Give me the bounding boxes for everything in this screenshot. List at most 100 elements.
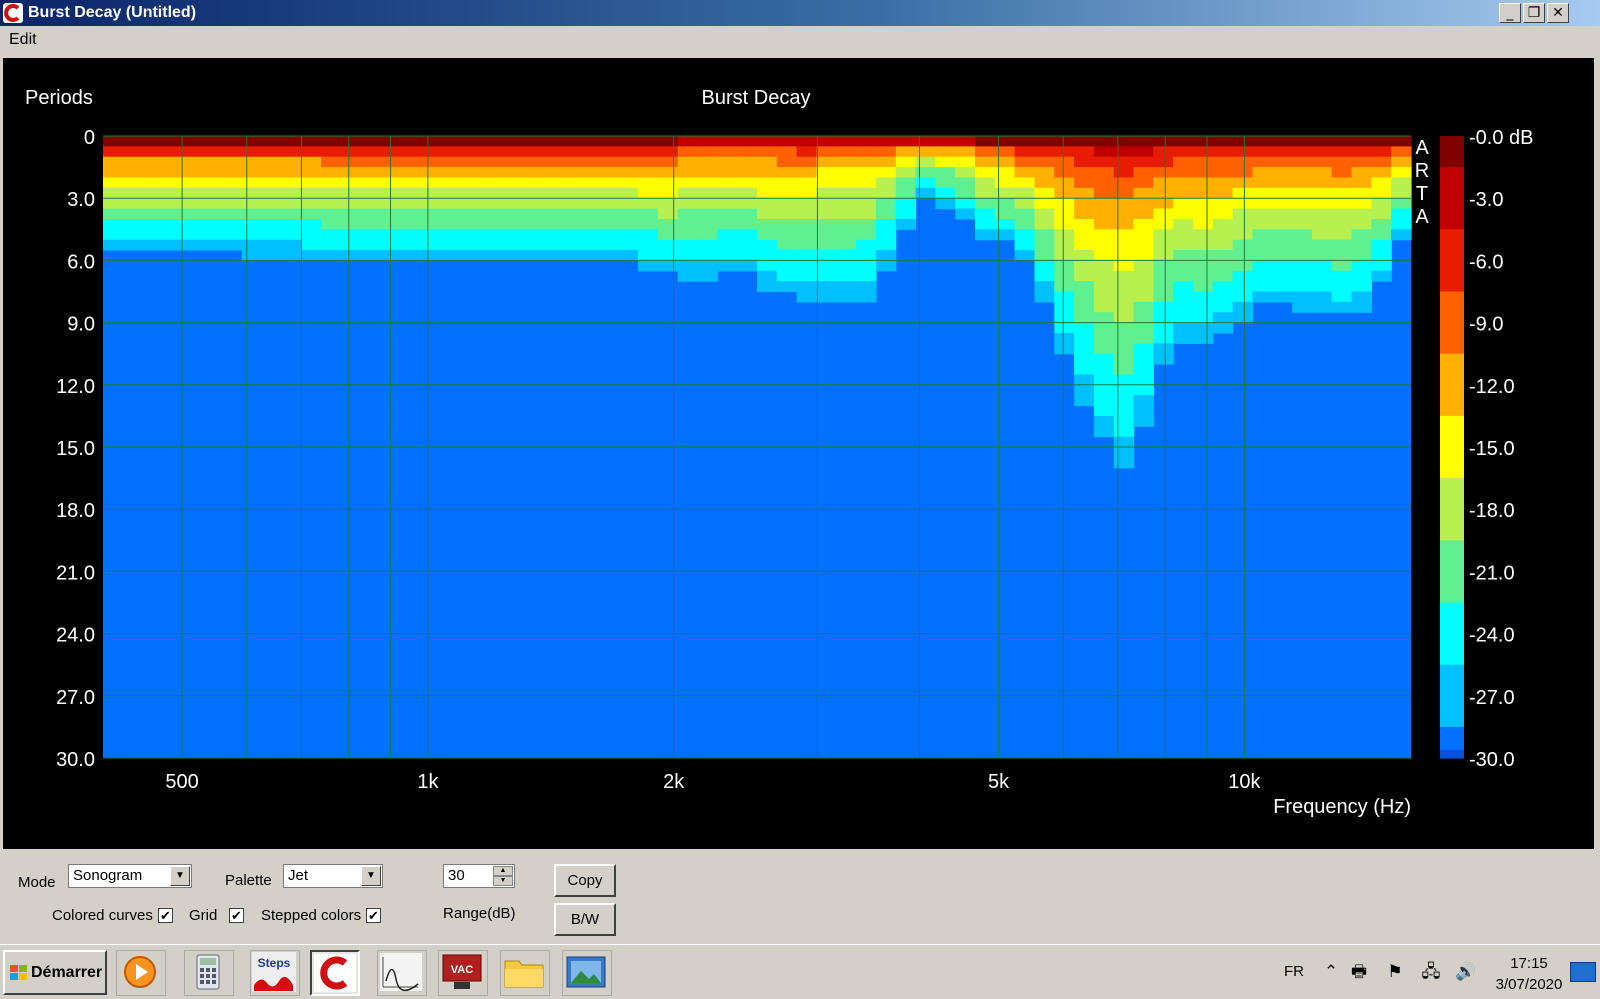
colorbar-band <box>1440 198 1464 230</box>
taskbar-app-limp[interactable] <box>377 950 427 996</box>
arta-app-icon[interactable] <box>3 3 23 23</box>
heatmap-cell <box>1371 270 1392 282</box>
heatmap-cell <box>1093 353 1115 365</box>
heatmap-cell <box>717 239 738 251</box>
heatmap-cell <box>1212 322 1234 334</box>
heatmap-cell <box>439 250 461 261</box>
clock-time[interactable]: 17:15 <box>1484 955 1574 972</box>
stepped-colors-checkbox[interactable]: ✔ <box>366 908 381 923</box>
heatmap-cell <box>757 229 778 241</box>
heatmap-cell <box>142 239 164 251</box>
heatmap-cell <box>1093 177 1115 189</box>
copy-button[interactable]: Copy <box>554 864 616 897</box>
heatmap-cell <box>955 156 976 168</box>
heatmap-cell <box>1311 198 1333 210</box>
heatmap-cell <box>499 229 520 241</box>
taskbar-app-steps[interactable]: Steps <box>250 950 300 996</box>
mode-dropdown-arrow-icon[interactable]: ▼ <box>170 866 190 886</box>
heatmap-cell <box>1272 187 1293 199</box>
heatmap-cell <box>796 198 818 210</box>
heatmap-cell <box>479 187 500 199</box>
heatmap-cell <box>499 177 520 189</box>
heatmap-cell <box>1074 291 1095 303</box>
range-spinbox[interactable]: 30 ▲ ▼ <box>443 864 515 888</box>
y-axis-label: Periods <box>25 87 93 109</box>
heatmap-cell <box>340 239 362 251</box>
arta-icon <box>312 954 358 998</box>
heatmap-cell <box>142 218 164 230</box>
action-center-flag-icon[interactable]: ⚑ <box>1384 962 1406 982</box>
heatmap-cell <box>717 177 738 189</box>
taskbar-app-arta[interactable] <box>310 950 360 996</box>
palette-dropdown-arrow-icon[interactable]: ▼ <box>361 866 381 886</box>
taskbar-app-vac[interactable]: VAC <box>438 950 488 996</box>
heatmap-cell <box>479 218 500 230</box>
heatmap-cell <box>836 291 857 303</box>
heatmap-cell <box>1133 301 1154 313</box>
heatmap-cell <box>221 156 243 168</box>
heatmap-cell <box>816 187 837 199</box>
colored-curves-checkbox[interactable]: ✔ <box>158 908 173 923</box>
volume-icon[interactable]: 🔊 <box>1455 962 1477 982</box>
heatmap-cell <box>1193 208 1214 220</box>
colorbar-label: -6.0 <box>1469 251 1503 273</box>
heatmap-cell <box>1113 218 1135 230</box>
heatmap-cell <box>1272 229 1293 241</box>
heatmap-cell <box>1054 301 1075 313</box>
menu-edit[interactable]: Edit <box>9 31 37 49</box>
heatmap-cell <box>1193 281 1214 293</box>
heatmap-cell <box>1193 250 1214 261</box>
taskbar-app-file-explorer[interactable] <box>500 950 550 996</box>
heatmap-cell <box>1093 384 1115 396</box>
heatmap-cell <box>776 260 798 272</box>
palette-select[interactable]: Jet ▼ <box>283 864 383 888</box>
x-tick-label: 5k <box>988 771 1010 793</box>
heatmap-cell <box>103 146 124 158</box>
colorbar-band <box>1440 540 1464 572</box>
heatmap-cell <box>340 177 362 189</box>
taskbar-app-photo-viewer[interactable] <box>562 950 612 996</box>
heatmap-cell <box>578 156 600 168</box>
heatmap-cell <box>182 229 203 241</box>
grid-checkbox[interactable]: ✔ <box>229 908 244 923</box>
start-button[interactable]: Démarrer <box>3 950 107 995</box>
heatmap-cell <box>697 239 718 251</box>
y-tick-label: 30.0 <box>56 749 95 771</box>
taskbar-app-media-player[interactable] <box>116 950 166 996</box>
colorbar-band <box>1440 229 1464 261</box>
heatmap-cell <box>202 239 223 251</box>
close-button[interactable]: ✕ <box>1547 3 1569 23</box>
spin-up-icon[interactable]: ▲ <box>493 866 513 876</box>
heatmap-cell <box>1054 198 1075 210</box>
heatmap-cell <box>1173 239 1194 251</box>
network-error-icon[interactable]: 🖧 <box>1420 962 1442 982</box>
printer-icon[interactable]: 🖶 <box>1348 962 1370 982</box>
y-tick-label: 18.0 <box>56 500 95 522</box>
heatmap-cell <box>618 250 639 261</box>
heatmap-cell <box>221 136 243 147</box>
bw-button[interactable]: B/W <box>554 903 616 936</box>
heatmap-cell <box>1133 187 1154 199</box>
heatmap-cell <box>558 208 580 220</box>
heatmap-cell <box>677 146 699 158</box>
heatmap-cell <box>796 270 818 282</box>
heatmap-cell <box>578 208 600 220</box>
language-indicator[interactable]: FR <box>1284 963 1304 980</box>
heatmap-cell <box>400 250 421 261</box>
mode-select[interactable]: Sonogram ▼ <box>68 864 192 888</box>
heatmap-cell <box>1074 343 1095 355</box>
spin-down-icon[interactable]: ▼ <box>493 876 513 886</box>
heatmap-cell <box>340 156 362 168</box>
heatmap-cell <box>1311 250 1333 261</box>
heatmap-cell <box>1133 218 1154 230</box>
show-desktop-icon[interactable] <box>1570 962 1596 982</box>
controls-panel: Mode Sonogram ▼ Palette Jet ▼ 30 ▲ ▼ Ran… <box>0 849 1600 944</box>
heatmap-cell <box>816 229 837 241</box>
stepped-colors-label: Stepped colors <box>261 907 362 924</box>
taskbar-app-calculator[interactable] <box>184 950 234 996</box>
heatmap-cell <box>420 229 441 241</box>
show-hidden-icons-icon[interactable]: ⌃ <box>1320 962 1342 982</box>
clock-date[interactable]: 3/07/2020 <box>1484 976 1574 993</box>
minimize-button[interactable]: _ <box>1499 3 1521 23</box>
restore-button[interactable]: ❐ <box>1523 3 1545 23</box>
